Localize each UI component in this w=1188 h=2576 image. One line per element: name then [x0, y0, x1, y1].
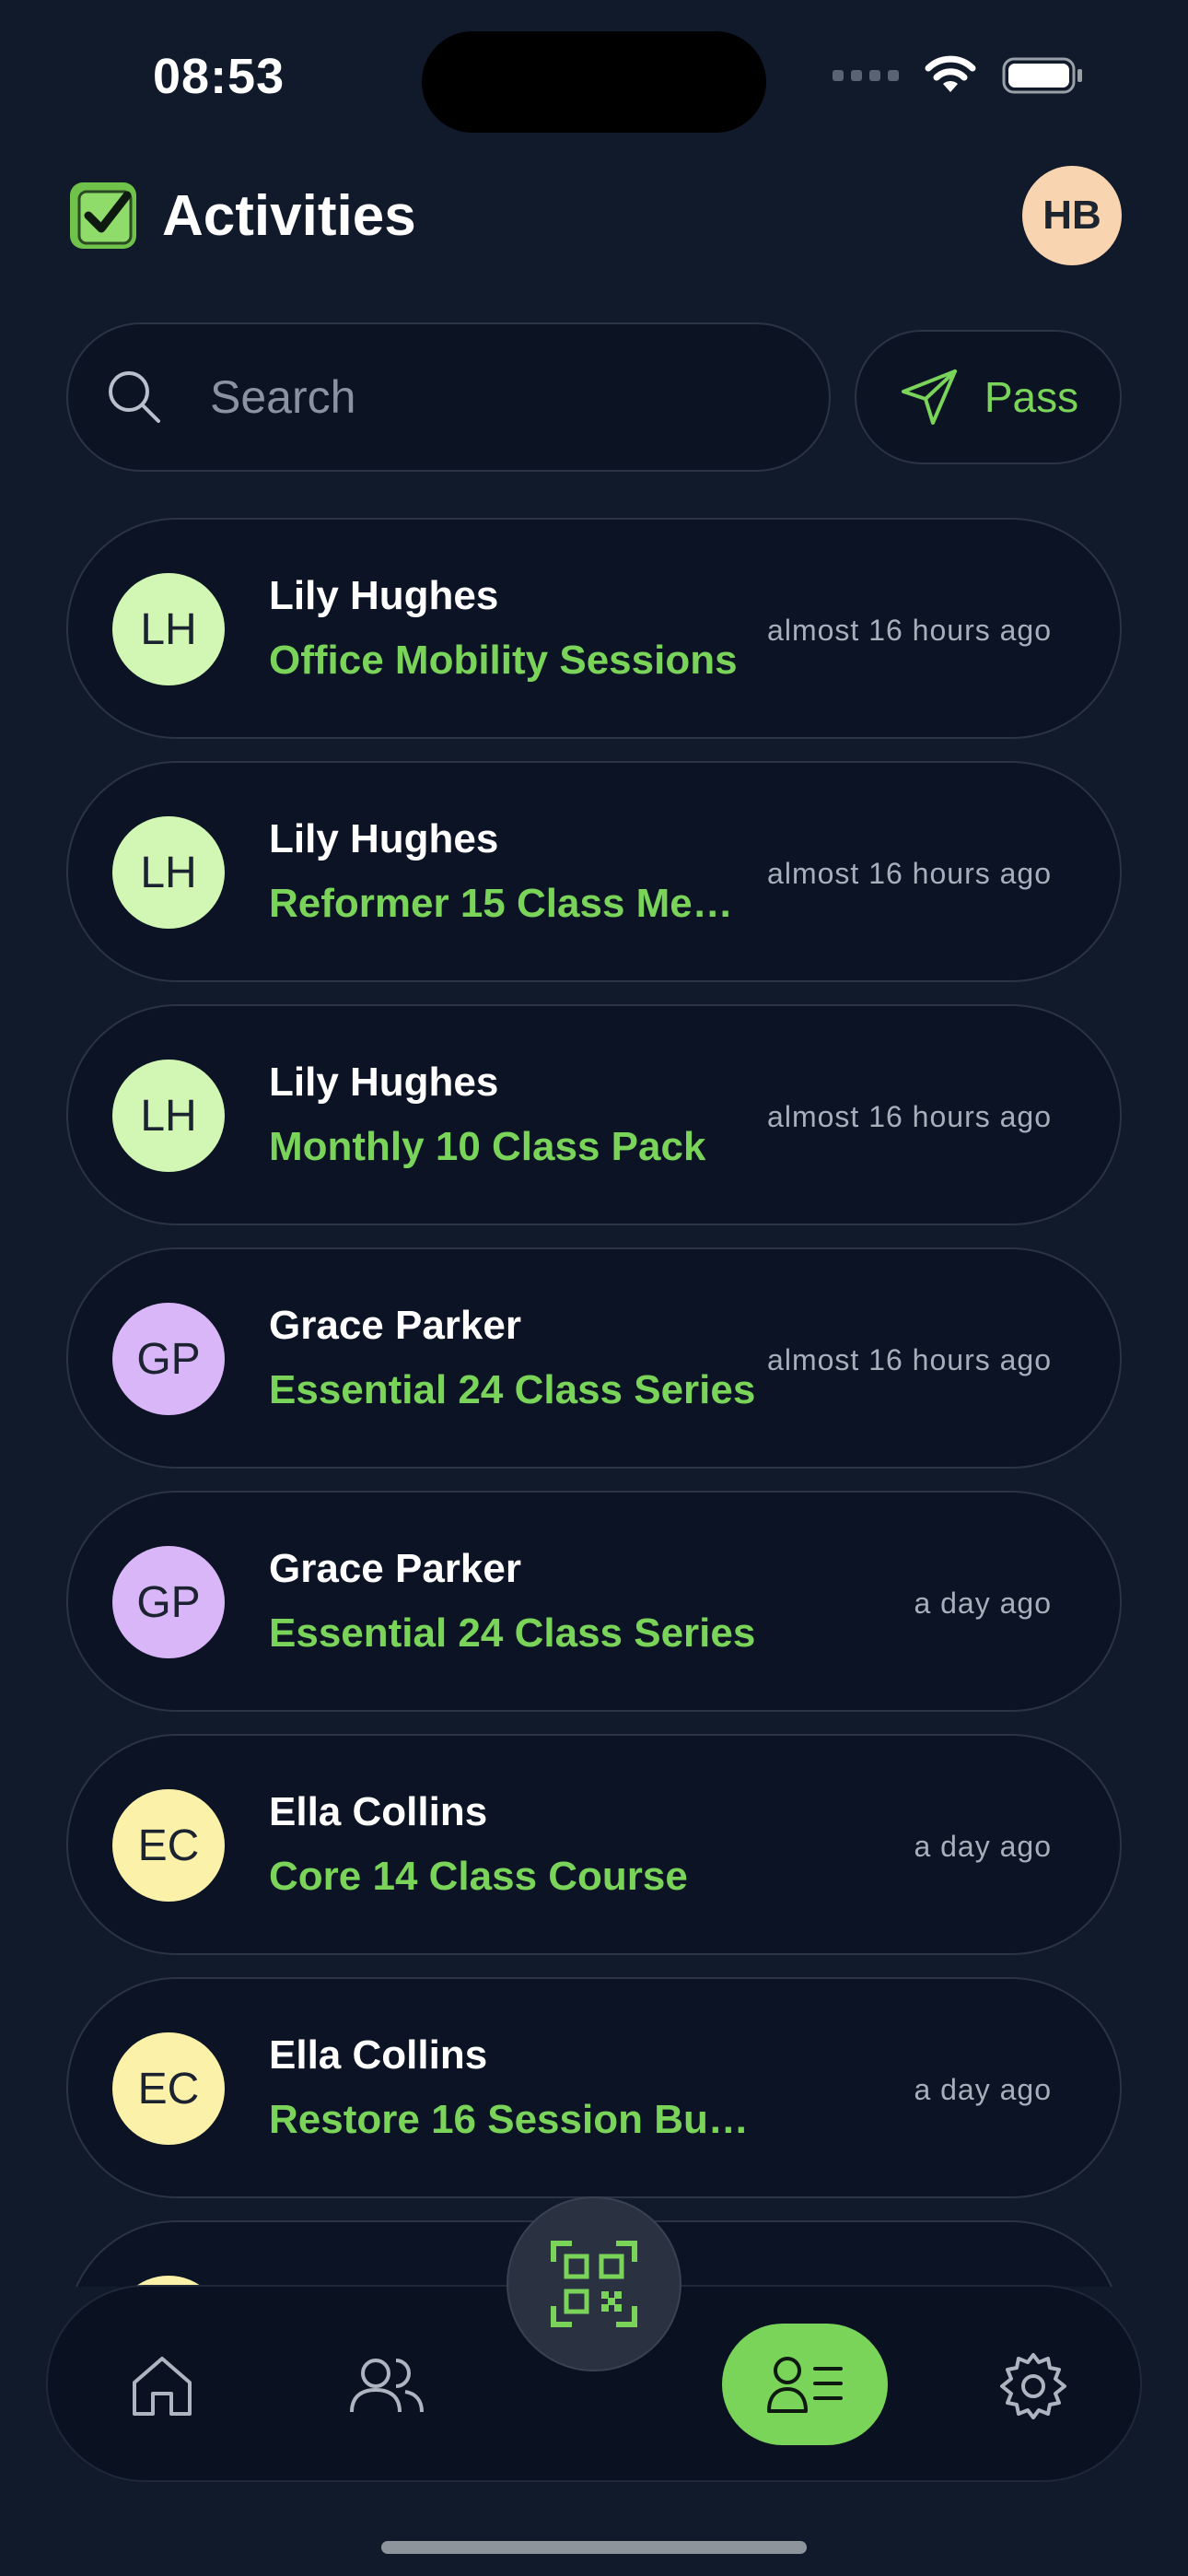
activity-title: Essential 24 Class Series [269, 1367, 756, 1412]
activity-title: Monthly 10 Class Pack [269, 1124, 706, 1169]
activity-time: almost 16 hours ago [767, 1100, 1052, 1133]
activity-time: almost 16 hours ago [767, 857, 1052, 890]
avatar: LH [112, 816, 225, 929]
qr-scan-button[interactable] [507, 2196, 681, 2371]
home-icon[interactable] [125, 2349, 199, 2423]
search-icon [109, 371, 160, 423]
dynamic-island [422, 31, 766, 133]
activity-title: Reformer 15 Class Membership [269, 881, 766, 926]
send-icon [901, 369, 957, 425]
settings-icon[interactable] [996, 2349, 1070, 2423]
activity-time: almost 16 hours ago [767, 614, 1052, 647]
activity-time: a day ago [914, 1830, 1052, 1863]
avatar: EC [112, 1789, 225, 1902]
activity-card[interactable]: LH Lily Hughes Monthly 10 Class Pack alm… [66, 1004, 1122, 1225]
activities-icon [767, 2357, 843, 2413]
pass-button-label: Pass [984, 373, 1079, 421]
users-icon[interactable] [344, 2349, 429, 2423]
member-name: Grace Parker [269, 1546, 521, 1591]
activity-title: Office Mobility Sessions [269, 638, 738, 683]
search-box[interactable] [66, 322, 831, 472]
avatar: LH [112, 573, 225, 685]
member-name: Grace Parker [269, 1303, 521, 1348]
status-indicators [833, 55, 1085, 96]
activity-title: Restore 16 Session Bundle [269, 2097, 766, 2142]
home-indicator[interactable] [381, 2541, 807, 2554]
status-time: 08:53 [153, 49, 285, 104]
activity-time: a day ago [914, 2073, 1052, 2106]
activity-card[interactable]: EC Ella Collins Restore 16 Session Bundl… [66, 1977, 1122, 2198]
page-header: Activities [66, 177, 416, 254]
user-avatar[interactable]: HB [1022, 166, 1122, 265]
avatar: GP [112, 1303, 225, 1415]
activity-title: Core 14 Class Course [269, 1854, 688, 1899]
activity-card[interactable]: GP Grace Parker Essential 24 Class Serie… [66, 1491, 1122, 1712]
member-name: Lily Hughes [269, 1060, 499, 1105]
activity-time: a day ago [914, 1587, 1052, 1620]
member-name: Ella Collins [269, 2032, 488, 2078]
activity-card[interactable]: EC Ella Collins Core 14 Class Course a d… [66, 1734, 1122, 1955]
activity-card[interactable]: LH Lily Hughes Reformer 15 Class Members… [66, 761, 1122, 982]
checkbox-icon [70, 182, 136, 249]
avatar: GP [112, 1546, 225, 1658]
pass-button[interactable]: Pass [855, 330, 1122, 464]
avatar: EC [112, 2032, 225, 2145]
member-name: Lily Hughes [269, 573, 499, 618]
activities-nav-button[interactable] [722, 2324, 888, 2445]
activity-title: Essential 24 Class Series [269, 1610, 756, 1656]
search-input[interactable] [210, 370, 763, 424]
battery-icon [1002, 57, 1082, 94]
cellular-signal-icon [833, 70, 899, 81]
activity-time: almost 16 hours ago [767, 1343, 1052, 1376]
page-title: Activities [162, 183, 416, 248]
avatar: LH [112, 1060, 225, 1172]
activity-card[interactable]: GP Grace Parker Essential 24 Class Serie… [66, 1247, 1122, 1469]
wifi-icon [925, 55, 976, 92]
activity-card[interactable]: LH Lily Hughes Office Mobility Sessions … [66, 518, 1122, 739]
qr-scan-icon [551, 2241, 637, 2327]
activity-list[interactable]: LH Lily Hughes Office Mobility Sessions … [66, 518, 1122, 2287]
member-name: Lily Hughes [269, 816, 499, 861]
member-name: Ella Collins [269, 1789, 488, 1834]
